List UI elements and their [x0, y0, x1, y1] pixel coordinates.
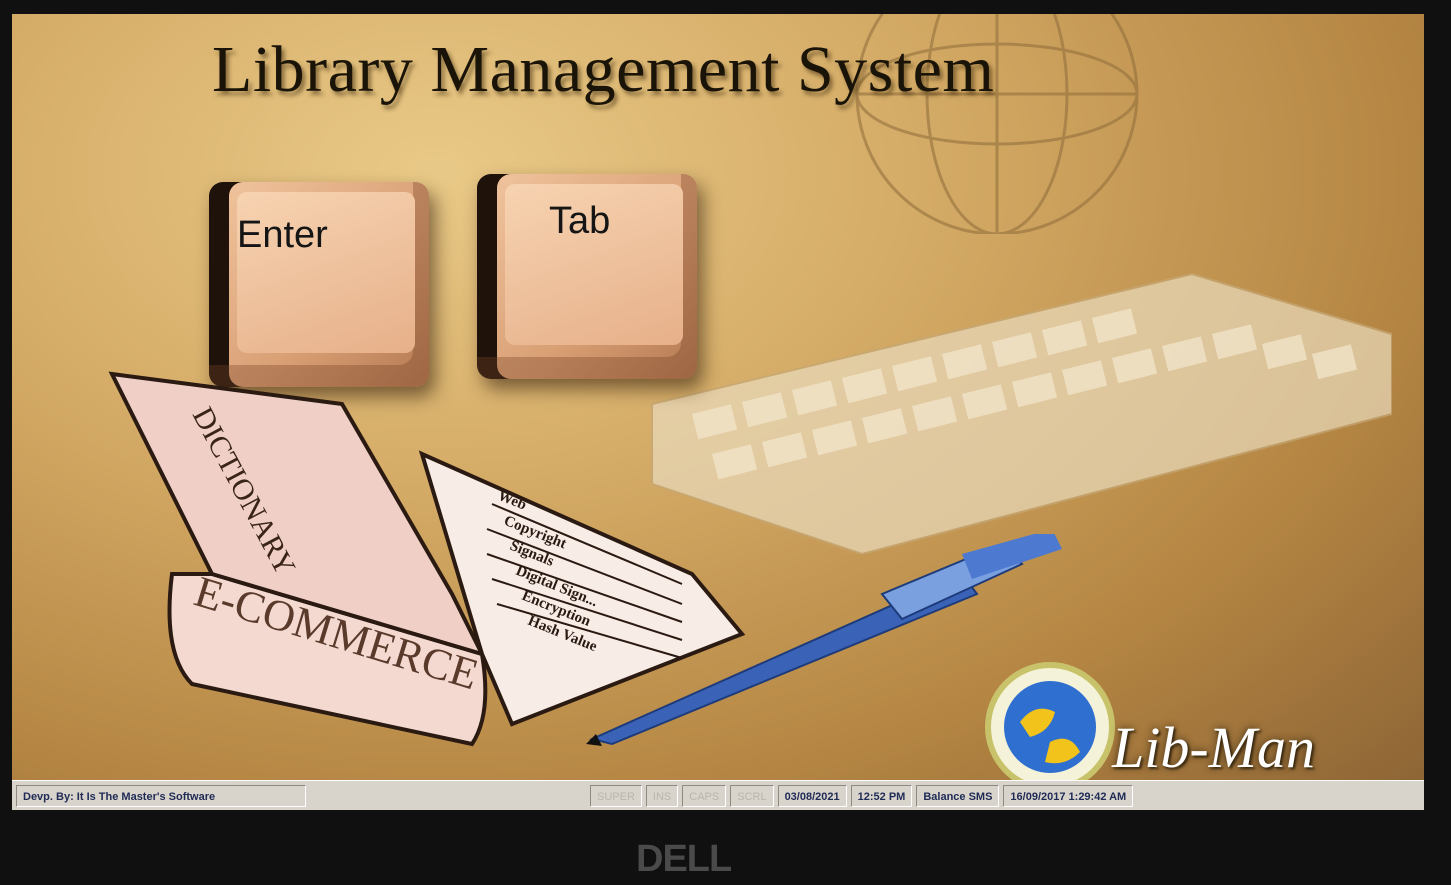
- status-time: 12:52 PM: [850, 785, 913, 807]
- status-scrl-indicator: SCRL: [730, 785, 774, 807]
- status-bar: Devp. By: It Is The Master's Software SU…: [12, 780, 1424, 810]
- status-date: 03/08/2021: [777, 785, 847, 807]
- status-datetime: 16/09/2017 1:29:42 AM: [1003, 785, 1134, 807]
- tab-key-label: Tab: [549, 200, 611, 242]
- status-developer: Devp. By: It Is The Master's Software: [16, 785, 306, 807]
- tab-key-button[interactable]: Tab: [477, 174, 697, 379]
- enter-key-label: Enter: [237, 214, 328, 256]
- status-balance: Balance SMS: [916, 785, 1000, 807]
- lib-man-logo-text: Lib-Man: [1112, 715, 1315, 780]
- status-ins-indicator: INS: [645, 785, 679, 807]
- app-title: Library Management System: [212, 33, 995, 106]
- lib-man-logo-icon: [985, 662, 1115, 792]
- dell-logo: DELL: [636, 838, 732, 880]
- app-screen: Library Management System Enter Tab DICT…: [12, 14, 1424, 810]
- status-caps-indicator: CAPS: [682, 785, 727, 807]
- status-super-indicator: SUPER: [590, 785, 642, 807]
